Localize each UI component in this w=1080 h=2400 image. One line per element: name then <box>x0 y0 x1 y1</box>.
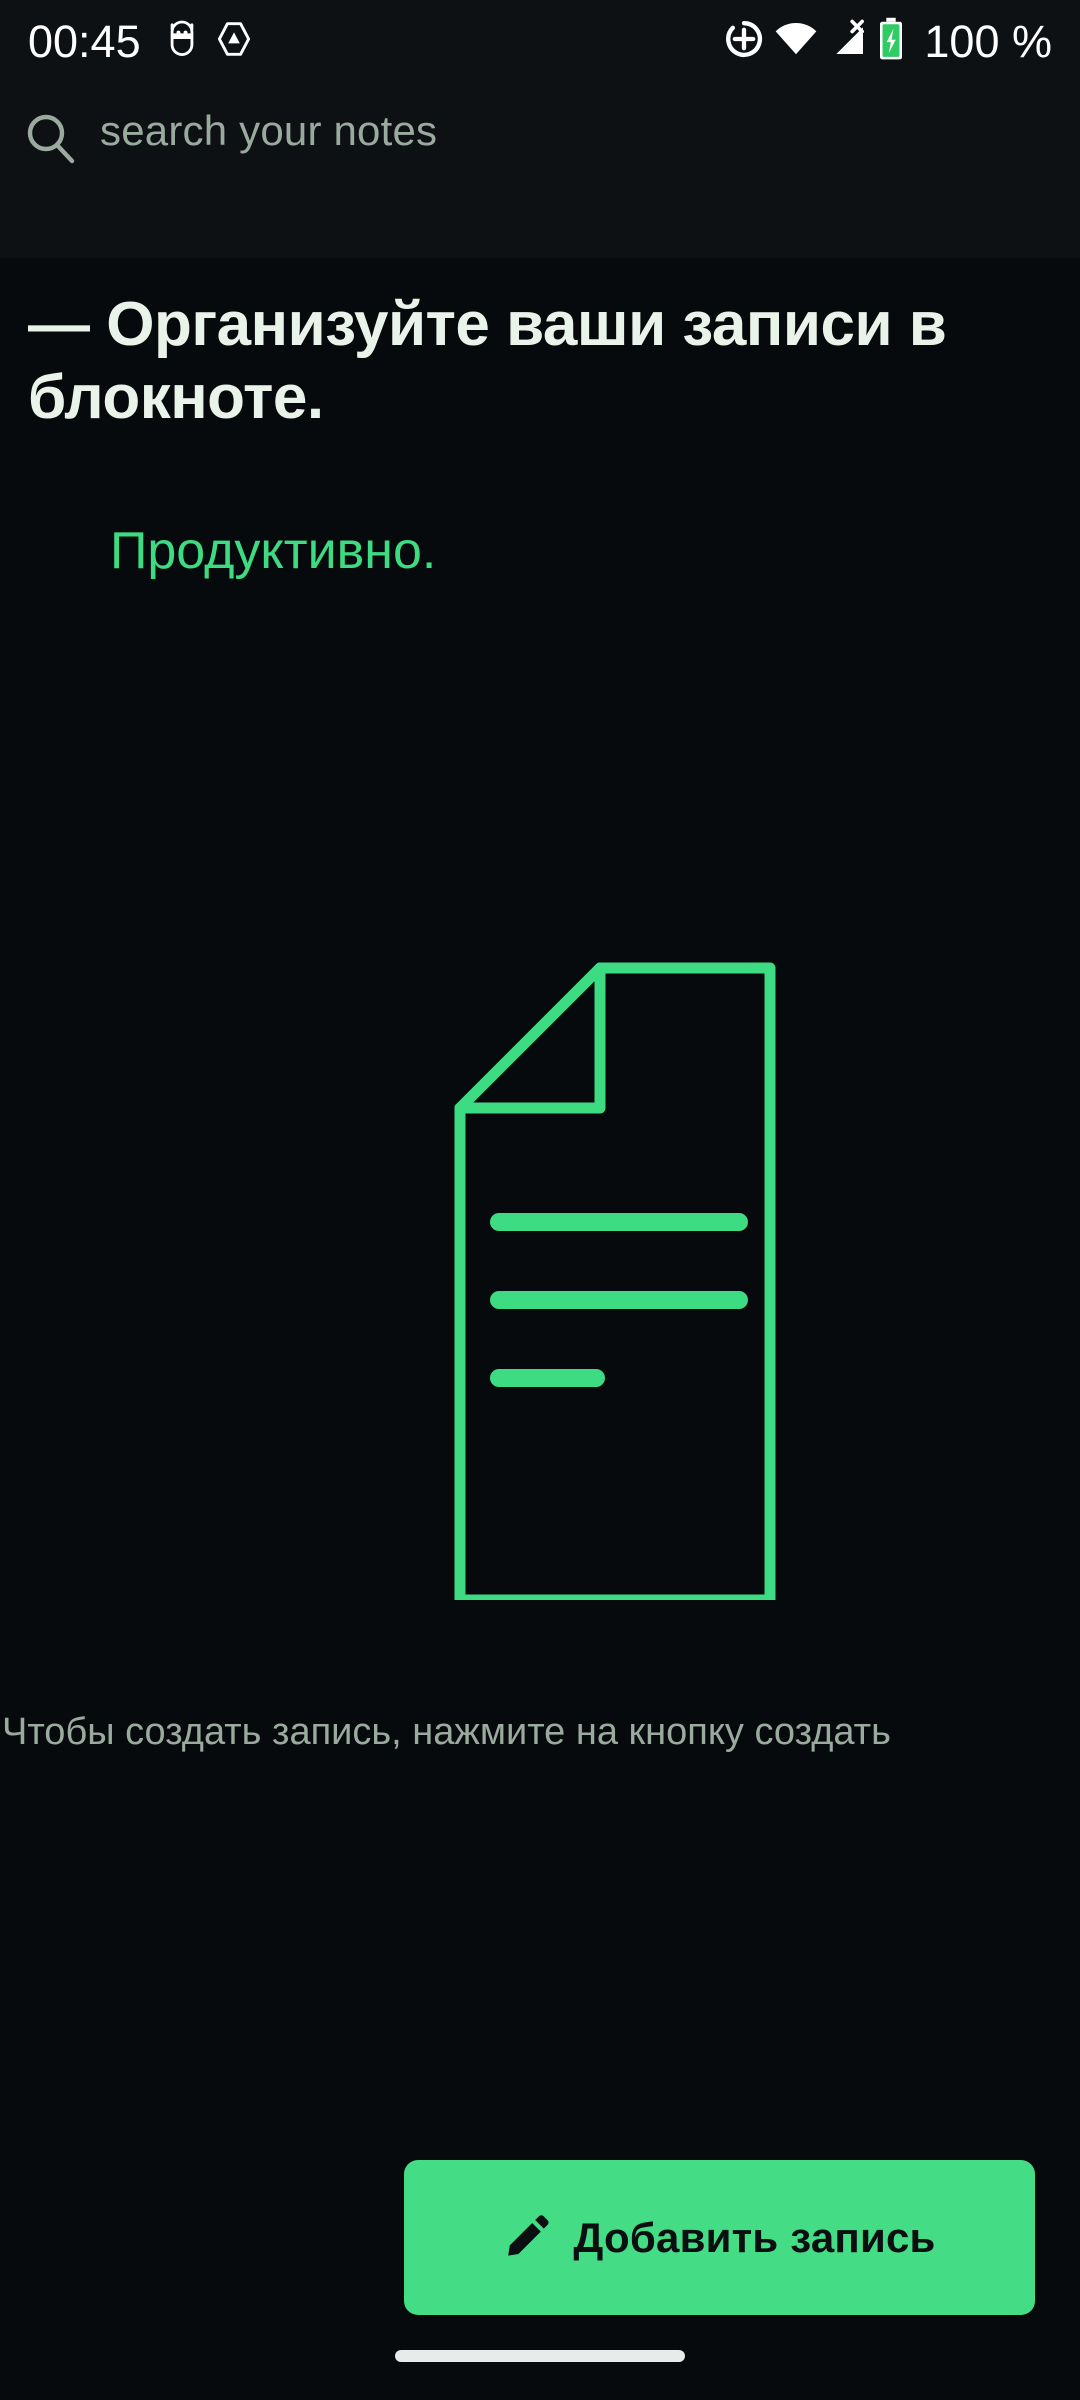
status-system-icons: 100 % <box>724 17 1052 66</box>
status-bar: 00:45 100 % <box>0 0 1080 82</box>
status-notification-icons <box>165 19 253 64</box>
battery-charging-icon <box>878 17 904 66</box>
empty-state-illustration <box>0 960 1080 1606</box>
add-note-button-label: Добавить запись <box>573 2213 936 2261</box>
app-screen: 00:45 100 % search your notes — Организу… <box>0 0 1080 2400</box>
search-icon-container <box>0 104 100 171</box>
location-add-icon <box>724 19 764 64</box>
add-note-button[interactable]: Добавить запись <box>404 2160 1035 2315</box>
app-notification-icon <box>165 19 199 64</box>
empty-state-hint: Чтобы создать запись, нажмите на кнопку … <box>2 1711 891 1753</box>
cellular-no-sim-icon <box>828 19 868 64</box>
page-title: — Организуйте ваши записи в блокноте. <box>28 290 947 433</box>
document-with-folded-corner-icon <box>290 960 790 1606</box>
app-triangle-icon <box>215 20 253 63</box>
search-input[interactable]: search your notes <box>100 104 437 154</box>
battery-percentage-label: 100 % <box>924 15 1052 67</box>
status-clock: 00:45 <box>28 15 141 67</box>
home-gesture-pill[interactable] <box>395 2350 685 2362</box>
pencil-icon <box>503 2211 551 2264</box>
search-bar[interactable]: search your notes <box>0 82 1080 258</box>
page-subtitle: Продуктивно. <box>110 522 437 580</box>
search-icon <box>22 110 78 171</box>
wifi-icon <box>774 20 818 63</box>
